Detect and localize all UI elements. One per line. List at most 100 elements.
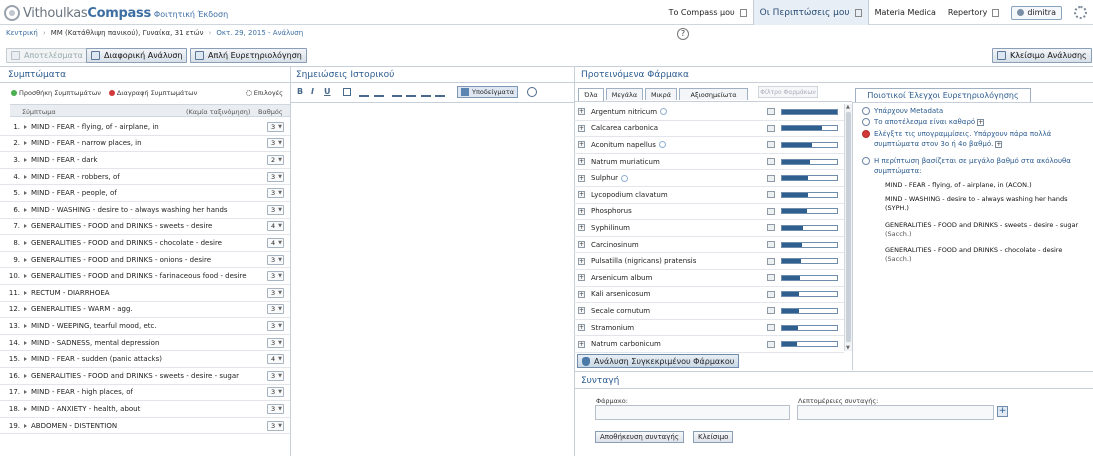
symptom-text[interactable]: MIND - FEAR - robbers, of — [31, 173, 267, 181]
symptom-text[interactable]: RECTUM - DIARRHOEA — [31, 289, 267, 297]
symptom-text[interactable]: MIND - WEEPING, tearful mood, etc. — [31, 322, 267, 330]
remedy-name-cell[interactable]: Pulsatilla (nigricans) pratensis — [591, 257, 767, 265]
grade-select[interactable]: 2 ▼ — [267, 154, 284, 165]
scrollbar-thumb[interactable] — [846, 112, 851, 342]
align-right-icon[interactable] — [421, 88, 431, 97]
remedy-row[interactable]: + Syphilinum — [574, 220, 844, 237]
expand-plus-icon[interactable]: + — [995, 141, 1003, 148]
expand-plus-icon[interactable]: + — [578, 124, 585, 132]
symptom-row[interactable]: 16. GENERALITIES - FOOD and DRINKS - swee… — [0, 368, 290, 385]
symptom-text[interactable]: MIND - ANXIETY - health, about — [31, 405, 267, 413]
table-icon[interactable] — [343, 88, 351, 96]
details-input[interactable] — [797, 405, 994, 420]
symptom-text[interactable]: MIND - FEAR - flying, of - airplane, in — [31, 123, 267, 131]
expand-plus-icon[interactable]: + — [578, 257, 585, 265]
expand-arrow-icon[interactable] — [24, 174, 27, 179]
symptom-row[interactable]: 10. GENERALITIES - FOOD and DRINKS - fari… — [0, 268, 290, 285]
expand-plus-icon[interactable]: + — [578, 241, 585, 249]
close-prescription-button[interactable]: Κλείσιμο — [693, 431, 734, 443]
expand-arrow-icon[interactable] — [24, 423, 27, 428]
remedy-info-icon[interactable] — [767, 241, 775, 249]
align-left-icon[interactable] — [392, 88, 402, 97]
remedy-info-icon[interactable] — [767, 307, 775, 315]
history-notes-editor[interactable] — [293, 104, 572, 454]
remedy-row[interactable]: + Carcinosinum — [574, 237, 844, 254]
remedy-row[interactable]: + Aconitum napellus — [574, 137, 844, 154]
symptom-text[interactable]: GENERALITIES - FOOD and DRINKS - sweets … — [31, 222, 267, 230]
expand-plus-icon[interactable]: + — [578, 174, 585, 182]
remedy-info-icon[interactable] — [767, 174, 775, 182]
symptom-text[interactable]: MIND - FEAR - sudden (panic attacks) — [31, 355, 267, 363]
remedy-info-icon[interactable] — [767, 191, 775, 199]
remedy-row[interactable]: + Natrum muriaticum — [574, 154, 844, 171]
logo[interactable]: Vithoulkas Compass Φοιτητική Έκδοση — [4, 5, 228, 21]
symptom-row[interactable]: 2. MIND - FEAR - narrow places, in 3 ▼ — [0, 136, 290, 153]
remedy-info-icon[interactable] — [767, 141, 775, 149]
expand-plus-icon[interactable]: + — [578, 108, 585, 116]
expand-arrow-icon[interactable] — [24, 390, 27, 395]
expand-arrow-icon[interactable] — [24, 373, 27, 378]
remedy-name-cell[interactable]: Stramonium — [591, 324, 767, 332]
grade-select[interactable]: 3 ▼ — [267, 254, 284, 265]
symptom-text[interactable]: GENERALITIES - FOOD and DRINKS - onions … — [31, 256, 267, 264]
symptom-text[interactable]: GENERALITIES - FOOD and DRINKS - chocola… — [31, 239, 267, 247]
expand-plus-icon[interactable]: + — [578, 340, 585, 348]
expand-arrow-icon[interactable] — [24, 274, 27, 279]
expand-arrow-icon[interactable] — [24, 157, 27, 162]
remedy-row[interactable]: + Arsenicum album — [574, 270, 844, 287]
remedy-row[interactable]: + Calcarea carbonica — [574, 121, 844, 138]
symptom-row[interactable]: 3. MIND - FEAR - dark 2 ▼ — [0, 152, 290, 169]
superscript-icon[interactable] — [359, 88, 369, 97]
col-symptom[interactable]: Σύμπτωμα — [22, 108, 56, 116]
underline-button[interactable]: U — [324, 87, 331, 98]
col-grade[interactable]: Βαθμός — [258, 108, 283, 116]
expand-arrow-icon[interactable] — [24, 141, 27, 146]
grade-select[interactable]: 3 ▼ — [267, 271, 284, 282]
remedy-input[interactable] — [595, 405, 790, 420]
grade-select[interactable]: 3 ▼ — [267, 387, 284, 398]
remedy-tab[interactable]: Μεγάλα — [606, 88, 643, 100]
expand-plus-icon[interactable]: + — [578, 324, 585, 332]
symptom-row[interactable]: 1. MIND - FEAR - flying, of - airplane, i… — [0, 119, 290, 136]
quality-checks-tab[interactable]: Ποιοτικοί Έλεγχοι Ευρετηριολόγησης — [855, 88, 1031, 102]
grade-select[interactable]: 4 ▼ — [267, 237, 284, 248]
expand-arrow-icon[interactable] — [24, 207, 27, 212]
symptom-text[interactable]: GENERALITIES - FOOD and DRINKS - sweets … — [31, 372, 267, 380]
remedy-info-icon[interactable] — [767, 207, 775, 215]
symptom-row[interactable]: 6. MIND - WASHING - desire to - always wa… — [0, 202, 290, 219]
expand-arrow-icon[interactable] — [24, 224, 27, 229]
help-icon[interactable]: ? — [677, 28, 689, 40]
symptom-row[interactable]: 9. GENERALITIES - FOOD and DRINKS - onion… — [0, 252, 290, 269]
expand-arrow-icon[interactable] — [24, 240, 27, 245]
remedy-info-icon[interactable] — [767, 274, 775, 282]
symptom-text[interactable]: MIND - WASHING - desire to - always wash… — [31, 206, 267, 214]
symptom-row[interactable]: 14. MIND - SADNESS, mental depression 3 ▼ — [0, 335, 290, 352]
expand-arrow-icon[interactable] — [24, 340, 27, 345]
expand-plus-icon[interactable]: + — [578, 207, 585, 215]
topnav-item[interactable]: Οι Περιπτώσεις μου — [752, 0, 869, 25]
delete-symptoms-button[interactable]: Διαγραφή Συμπτωμάτων — [117, 89, 197, 97]
scroll-up-icon[interactable]: ▲ — [846, 104, 850, 110]
symptom-row[interactable]: 18. MIND - ANXIETY - health, about 3 ▼ — [0, 401, 290, 418]
expand-arrow-icon[interactable] — [24, 290, 27, 295]
expand-arrow-icon[interactable] — [24, 406, 27, 411]
grade-select[interactable]: 3 ▼ — [267, 171, 284, 182]
remedy-info-icon[interactable] — [767, 158, 775, 166]
symptom-text[interactable]: ABDOMEN - DISTENTION — [31, 422, 267, 430]
symptom-text[interactable]: GENERALITIES - FOOD and DRINKS - farinac… — [31, 272, 267, 280]
grade-select[interactable]: 4 ▼ — [267, 221, 284, 232]
bold-button[interactable]: B — [297, 87, 303, 98]
expand-plus-icon[interactable]: + — [578, 307, 585, 315]
symptom-text[interactable]: MIND - FEAR - narrow places, in — [31, 139, 267, 147]
symptom-row[interactable]: 4. MIND - FEAR - robbers, of 3 ▼ — [0, 169, 290, 186]
remedy-name-cell[interactable]: Sulphur — [591, 174, 767, 182]
remedy-row[interactable]: + Pulsatilla (nigricans) pratensis — [574, 253, 844, 270]
symptom-row[interactable]: 12. GENERALITIES - WARM - agg. 3 ▼ — [0, 302, 290, 319]
results-button[interactable]: Αποτελέσματα — [6, 48, 88, 63]
grade-select[interactable]: 3 ▼ — [267, 420, 284, 431]
expand-arrow-icon[interactable] — [24, 257, 27, 262]
remedy-name-cell[interactable]: Argentum nitricum — [591, 108, 767, 116]
remedy-filter-button[interactable]: Φίλτρο Φαρμάκων — [758, 86, 818, 98]
expand-arrow-icon[interactable] — [24, 323, 27, 328]
close-analysis-button[interactable]: Κλείσιμο Ανάλυσης — [992, 48, 1092, 63]
